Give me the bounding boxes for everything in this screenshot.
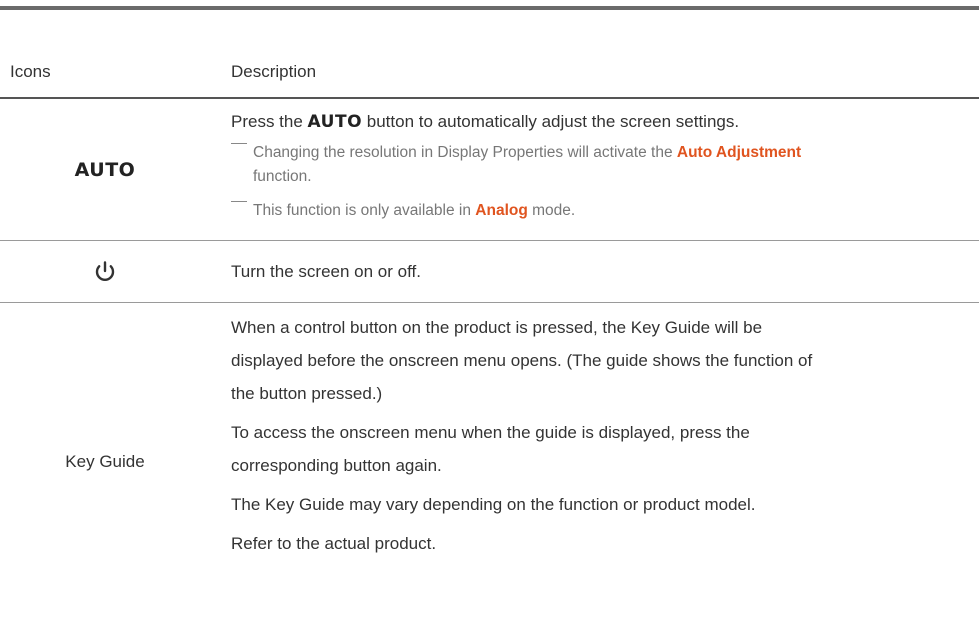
highlight-auto-adjustment: Auto Adjustment [676,144,802,161]
auto-inline-label: AUTO [307,112,363,132]
table-row-auto: AUTO Press the AUTO button to automatica… [0,99,979,240]
highlight-analog: Analog [475,202,528,219]
icon-cell-power [0,241,210,302]
column-header-description: Description [231,62,317,81]
table-header: Icons Description [0,50,979,96]
top-rule [0,6,979,10]
auto-description: Press the AUTO button to automatically a… [231,112,740,132]
table-row-key-guide: Key Guide When a control button on the p… [0,303,979,616]
description-cell-auto: Press the AUTO button to automatically a… [231,107,971,223]
key-guide-line-2: displayed before the onscreen menu opens… [231,351,813,370]
power-icon [95,260,115,281]
auto-icon: AUTO [74,158,136,181]
key-guide-line-4: To access the onscreen menu when the gui… [231,423,750,442]
power-description: Turn the screen on or off. [231,262,421,281]
column-header-icons: Icons [10,62,51,81]
description-cell-power: Turn the screen on or off. [231,257,971,286]
icon-cell-key-guide: Key Guide [0,303,210,621]
note-analog-mode: This function is only available in Analo… [231,199,971,223]
key-guide-line-3: the button pressed.) [231,384,383,403]
icon-cell-auto: AUTO [0,99,210,240]
key-guide-line-5: corresponding button again. [231,456,442,475]
key-guide-label: Key Guide [65,452,145,471]
note-auto-adjustment: Changing the resolution in Display Prope… [231,141,971,189]
key-guide-line-6: The Key Guide may vary depending on the … [231,495,756,514]
note-dash-icon [231,201,247,210]
description-cell-key-guide: When a control button on the product is … [231,313,971,558]
key-guide-line-1: When a control button on the product is … [231,318,763,337]
note-dash-icon [231,143,247,152]
table-row-power: Turn the screen on or off. [0,241,979,302]
key-guide-line-7: Refer to the actual product. [231,534,437,553]
